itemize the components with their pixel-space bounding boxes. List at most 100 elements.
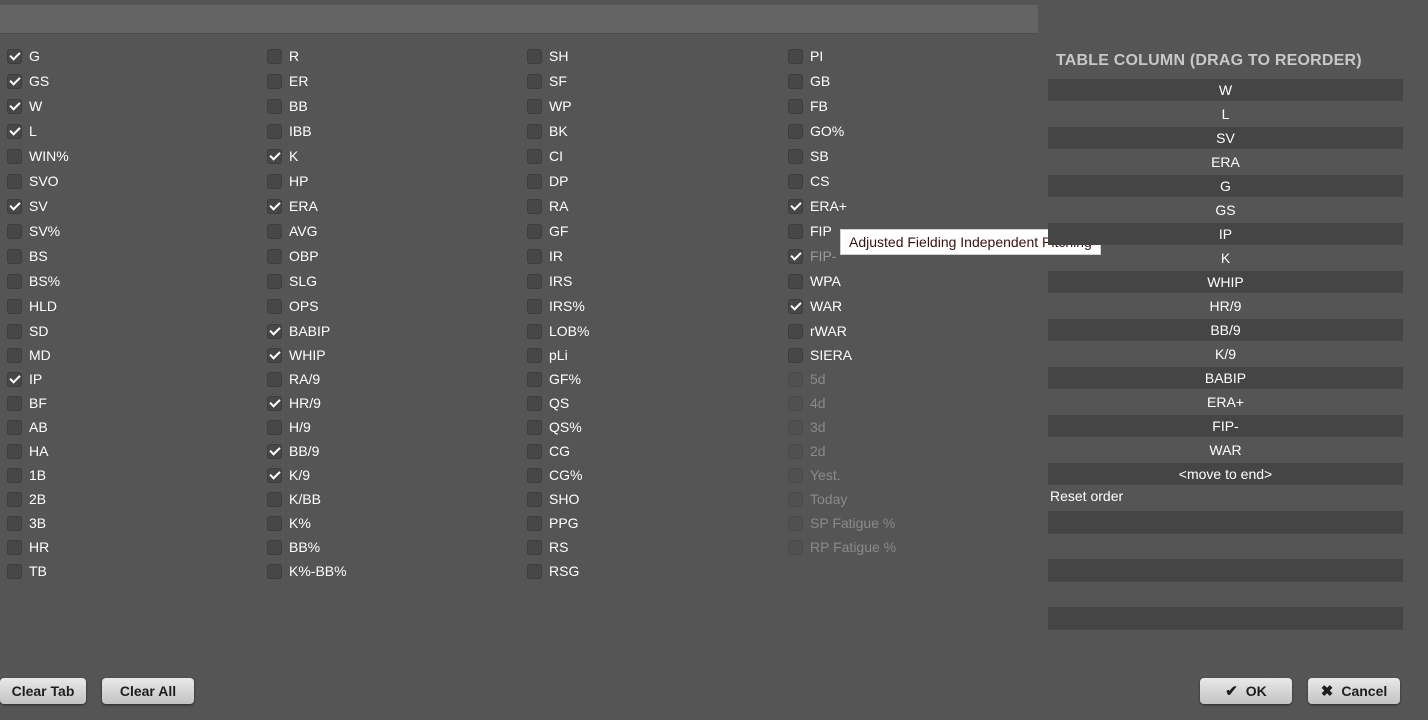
order-item[interactable]: W xyxy=(1048,79,1403,101)
checkbox[interactable] xyxy=(788,148,803,164)
checkbox[interactable] xyxy=(7,539,22,555)
checkbox[interactable] xyxy=(788,173,803,189)
checkbox[interactable] xyxy=(527,248,542,264)
stat-option[interactable]: K/9 xyxy=(262,463,512,487)
stat-option[interactable]: WIN% xyxy=(2,144,252,168)
stat-option[interactable]: SHO xyxy=(522,487,772,511)
checkbox-checked[interactable] xyxy=(7,73,22,89)
stat-option[interactable]: SB xyxy=(783,144,1033,168)
stat-option[interactable]: BS xyxy=(2,244,252,268)
stat-option[interactable]: ERA xyxy=(262,194,512,218)
reset-order-link[interactable]: Reset order xyxy=(1050,488,1123,504)
checkbox[interactable] xyxy=(527,123,542,139)
checkbox[interactable] xyxy=(527,273,542,289)
checkbox-checked[interactable] xyxy=(788,198,803,214)
stat-option[interactable]: ERA+ xyxy=(783,194,1033,218)
order-item[interactable]: SV xyxy=(1048,127,1403,149)
checkbox[interactable] xyxy=(527,173,542,189)
clear-all-button[interactable]: Clear All xyxy=(102,678,194,704)
order-item[interactable]: ERA xyxy=(1048,151,1403,173)
stat-option[interactable]: TB xyxy=(2,559,252,583)
checkbox-checked[interactable] xyxy=(7,98,22,114)
checkbox[interactable] xyxy=(267,223,282,239)
stat-option[interactable]: WHIP xyxy=(262,343,512,367)
stat-option[interactable]: WP xyxy=(522,94,772,118)
order-item[interactable]: BABIP xyxy=(1048,367,1403,389)
stat-option[interactable]: SF xyxy=(522,69,772,93)
checkbox[interactable] xyxy=(267,123,282,139)
order-item[interactable]: IP xyxy=(1048,223,1403,245)
stat-option[interactable]: 3B xyxy=(2,511,252,535)
checkbox[interactable] xyxy=(527,515,542,531)
stat-option[interactable]: DP xyxy=(522,169,772,193)
checkbox-checked[interactable] xyxy=(788,248,803,264)
stat-option[interactable]: R xyxy=(262,44,512,68)
stat-option[interactable]: L xyxy=(2,119,252,143)
checkbox[interactable] xyxy=(527,98,542,114)
checkbox[interactable] xyxy=(527,419,542,435)
stat-option[interactable]: IRS% xyxy=(522,294,772,318)
order-item[interactable]: K xyxy=(1048,247,1403,269)
checkbox[interactable] xyxy=(527,491,542,507)
checkbox[interactable] xyxy=(527,198,542,214)
stat-option[interactable]: AVG xyxy=(262,219,512,243)
checkbox[interactable] xyxy=(527,48,542,64)
stat-option[interactable]: K xyxy=(262,144,512,168)
stat-option[interactable]: OPS xyxy=(262,294,512,318)
stat-option[interactable]: rWAR xyxy=(783,319,1033,343)
checkbox[interactable] xyxy=(527,563,542,579)
order-item[interactable]: L xyxy=(1048,103,1403,125)
checkbox[interactable] xyxy=(267,539,282,555)
checkbox[interactable] xyxy=(7,298,22,314)
order-item[interactable]: <move to end> xyxy=(1048,463,1403,485)
checkbox-checked[interactable] xyxy=(267,347,282,363)
checkbox[interactable] xyxy=(267,48,282,64)
checkbox[interactable] xyxy=(527,323,542,339)
checkbox[interactable] xyxy=(267,248,282,264)
stat-option[interactable]: RA xyxy=(522,194,772,218)
stat-option[interactable]: G xyxy=(2,44,252,68)
stat-option[interactable]: SD xyxy=(2,319,252,343)
stat-option[interactable]: W xyxy=(2,94,252,118)
stat-option[interactable]: WAR xyxy=(783,294,1033,318)
stat-option[interactable]: RA/9 xyxy=(262,367,512,391)
checkbox[interactable] xyxy=(527,467,542,483)
stat-option[interactable]: QS xyxy=(522,391,772,415)
checkbox[interactable] xyxy=(527,443,542,459)
stat-option[interactable]: CS xyxy=(783,169,1033,193)
checkbox-checked[interactable] xyxy=(267,148,282,164)
stat-option[interactable]: OBP xyxy=(262,244,512,268)
checkbox[interactable] xyxy=(788,48,803,64)
order-item[interactable]: GS xyxy=(1048,199,1403,221)
checkbox[interactable] xyxy=(527,395,542,411)
stat-option[interactable]: SLG xyxy=(262,269,512,293)
checkbox[interactable] xyxy=(7,223,22,239)
stat-option[interactable]: CI xyxy=(522,144,772,168)
checkbox[interactable] xyxy=(7,173,22,189)
order-item[interactable]: G xyxy=(1048,175,1403,197)
order-item[interactable]: WHIP xyxy=(1048,271,1403,293)
stat-option[interactable]: SIERA xyxy=(783,343,1033,367)
checkbox[interactable] xyxy=(7,323,22,339)
order-item[interactable]: K/9 xyxy=(1048,343,1403,365)
clear-tab-button[interactable]: Clear Tab xyxy=(0,678,86,704)
stat-option[interactable]: IRS xyxy=(522,269,772,293)
checkbox-checked[interactable] xyxy=(267,395,282,411)
checkbox[interactable] xyxy=(267,491,282,507)
stat-option[interactable]: K% xyxy=(262,511,512,535)
stat-option[interactable]: FB xyxy=(783,94,1033,118)
stat-option[interactable]: GF xyxy=(522,219,772,243)
stat-option[interactable]: CG% xyxy=(522,463,772,487)
stat-option[interactable]: GF% xyxy=(522,367,772,391)
stat-option[interactable]: LOB% xyxy=(522,319,772,343)
stat-option[interactable]: CG xyxy=(522,439,772,463)
stat-option[interactable]: HR/9 xyxy=(262,391,512,415)
checkbox-checked[interactable] xyxy=(788,298,803,314)
checkbox[interactable] xyxy=(7,148,22,164)
checkbox-checked[interactable] xyxy=(7,123,22,139)
checkbox[interactable] xyxy=(267,515,282,531)
stat-option[interactable]: RS xyxy=(522,535,772,559)
stat-option[interactable]: QS% xyxy=(522,415,772,439)
checkbox[interactable] xyxy=(7,467,22,483)
checkbox[interactable] xyxy=(7,491,22,507)
